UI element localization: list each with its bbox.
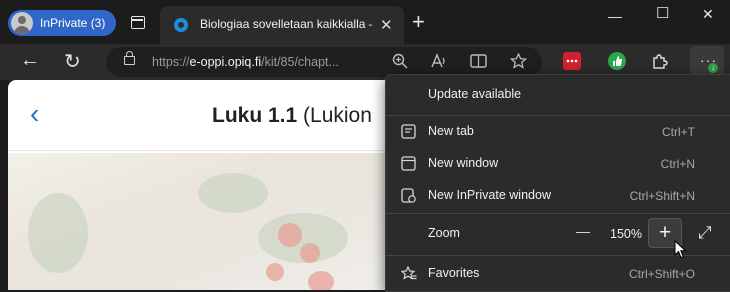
minimize-icon[interactable]: — xyxy=(608,8,622,24)
menu-item-new-window[interactable]: New window Ctrl+N xyxy=(386,149,730,179)
extension-thumbs-up-icon[interactable] xyxy=(608,52,626,70)
zoom-level: 150% xyxy=(610,227,642,241)
new-tab-button[interactable]: + xyxy=(412,9,425,35)
menu-item-favorites[interactable]: Favorites Ctrl+Shift+O xyxy=(386,259,730,289)
url-text[interactable]: https://e-oppi.opiq.fi/kit/85/chapt... xyxy=(152,55,382,69)
new-tab-icon xyxy=(401,124,416,139)
tab-title: Biologiaa sovelletaan kaikkialla – xyxy=(200,17,372,31)
avatar xyxy=(11,12,33,34)
extension-red-icon[interactable] xyxy=(563,52,581,70)
menu-item-new-inprivate-window[interactable]: New InPrivate window Ctrl+Shift+N xyxy=(386,181,730,211)
favorites-label: Favorites xyxy=(428,266,480,280)
zoom-label: Zoom xyxy=(428,226,460,240)
mouse-cursor-icon xyxy=(674,240,687,259)
new-inprivate-shortcut: Ctrl+Shift+N xyxy=(629,189,695,203)
menu-item-new-tab[interactable]: New tab Ctrl+T xyxy=(386,117,730,147)
update-badge-icon: ↓ xyxy=(708,63,718,73)
inprivate-window-icon xyxy=(401,188,416,203)
back-icon[interactable]: ← xyxy=(20,49,40,72)
zoom-out-button[interactable]: — xyxy=(576,223,590,253)
tab-close-icon[interactable]: ✕ xyxy=(380,16,393,34)
settings-menu: Update available New tab Ctrl+T New wind… xyxy=(385,74,730,292)
url-path: /kit/85/chapt... xyxy=(261,55,339,69)
page-back-icon[interactable]: ‹ xyxy=(30,100,39,128)
site-favicon-icon xyxy=(174,18,188,32)
fullscreen-icon[interactable]: ⤢ xyxy=(698,223,712,253)
favorites-icon xyxy=(400,265,417,281)
maximize-icon[interactable]: ☐ xyxy=(656,4,669,22)
menu-divider xyxy=(386,213,730,214)
new-tab-shortcut: Ctrl+T xyxy=(662,125,695,139)
new-window-label: New window xyxy=(428,156,499,170)
menu-item-update[interactable]: Update available xyxy=(386,80,730,110)
extensions-puzzle-icon[interactable] xyxy=(651,52,669,70)
tab-actions-icon[interactable] xyxy=(131,16,145,29)
chapter-number: Luku 1.1 xyxy=(212,104,298,127)
update-label: Update available xyxy=(428,87,522,101)
page-title: Luku 1.1 (Lukion xyxy=(212,104,372,128)
tab-active[interactable]: Biologiaa sovelletaan kaikkialla – ✕ xyxy=(160,6,404,44)
inprivate-label: InPrivate (3) xyxy=(40,16,106,30)
menu-divider xyxy=(386,115,730,116)
tab-bar: InPrivate (3) Biologiaa sovelletaan kaik… xyxy=(0,0,730,44)
immersive-reader-icon[interactable] xyxy=(470,53,488,72)
header-divider xyxy=(8,150,386,151)
page-content: ‹ Luku 1.1 (Lukion xyxy=(8,80,386,290)
new-tab-label: New tab xyxy=(428,124,474,138)
inprivate-profile-button[interactable]: InPrivate (3) xyxy=(8,10,116,36)
new-inprivate-label: New InPrivate window xyxy=(428,188,551,202)
url-scheme: https:// xyxy=(152,55,190,69)
url-host: e-oppi.opiq.fi xyxy=(189,55,262,69)
chapter-subtitle: (Lukion xyxy=(297,104,372,127)
favorite-star-icon[interactable] xyxy=(509,52,528,72)
address-bar[interactable]: https://e-oppi.opiq.fi/kit/85/chapt... xyxy=(106,47,542,77)
new-window-shortcut: Ctrl+N xyxy=(660,157,695,171)
refresh-icon[interactable]: ↻ xyxy=(64,49,81,74)
favorites-shortcut: Ctrl+Shift+O xyxy=(628,267,695,281)
lock-icon[interactable] xyxy=(124,51,135,65)
new-window-icon xyxy=(401,156,416,171)
read-aloud-icon[interactable] xyxy=(430,53,448,72)
zoom-indicator-icon[interactable] xyxy=(392,53,408,72)
chapter-image xyxy=(8,153,386,290)
window-close-icon[interactable]: ✕ xyxy=(702,6,714,23)
